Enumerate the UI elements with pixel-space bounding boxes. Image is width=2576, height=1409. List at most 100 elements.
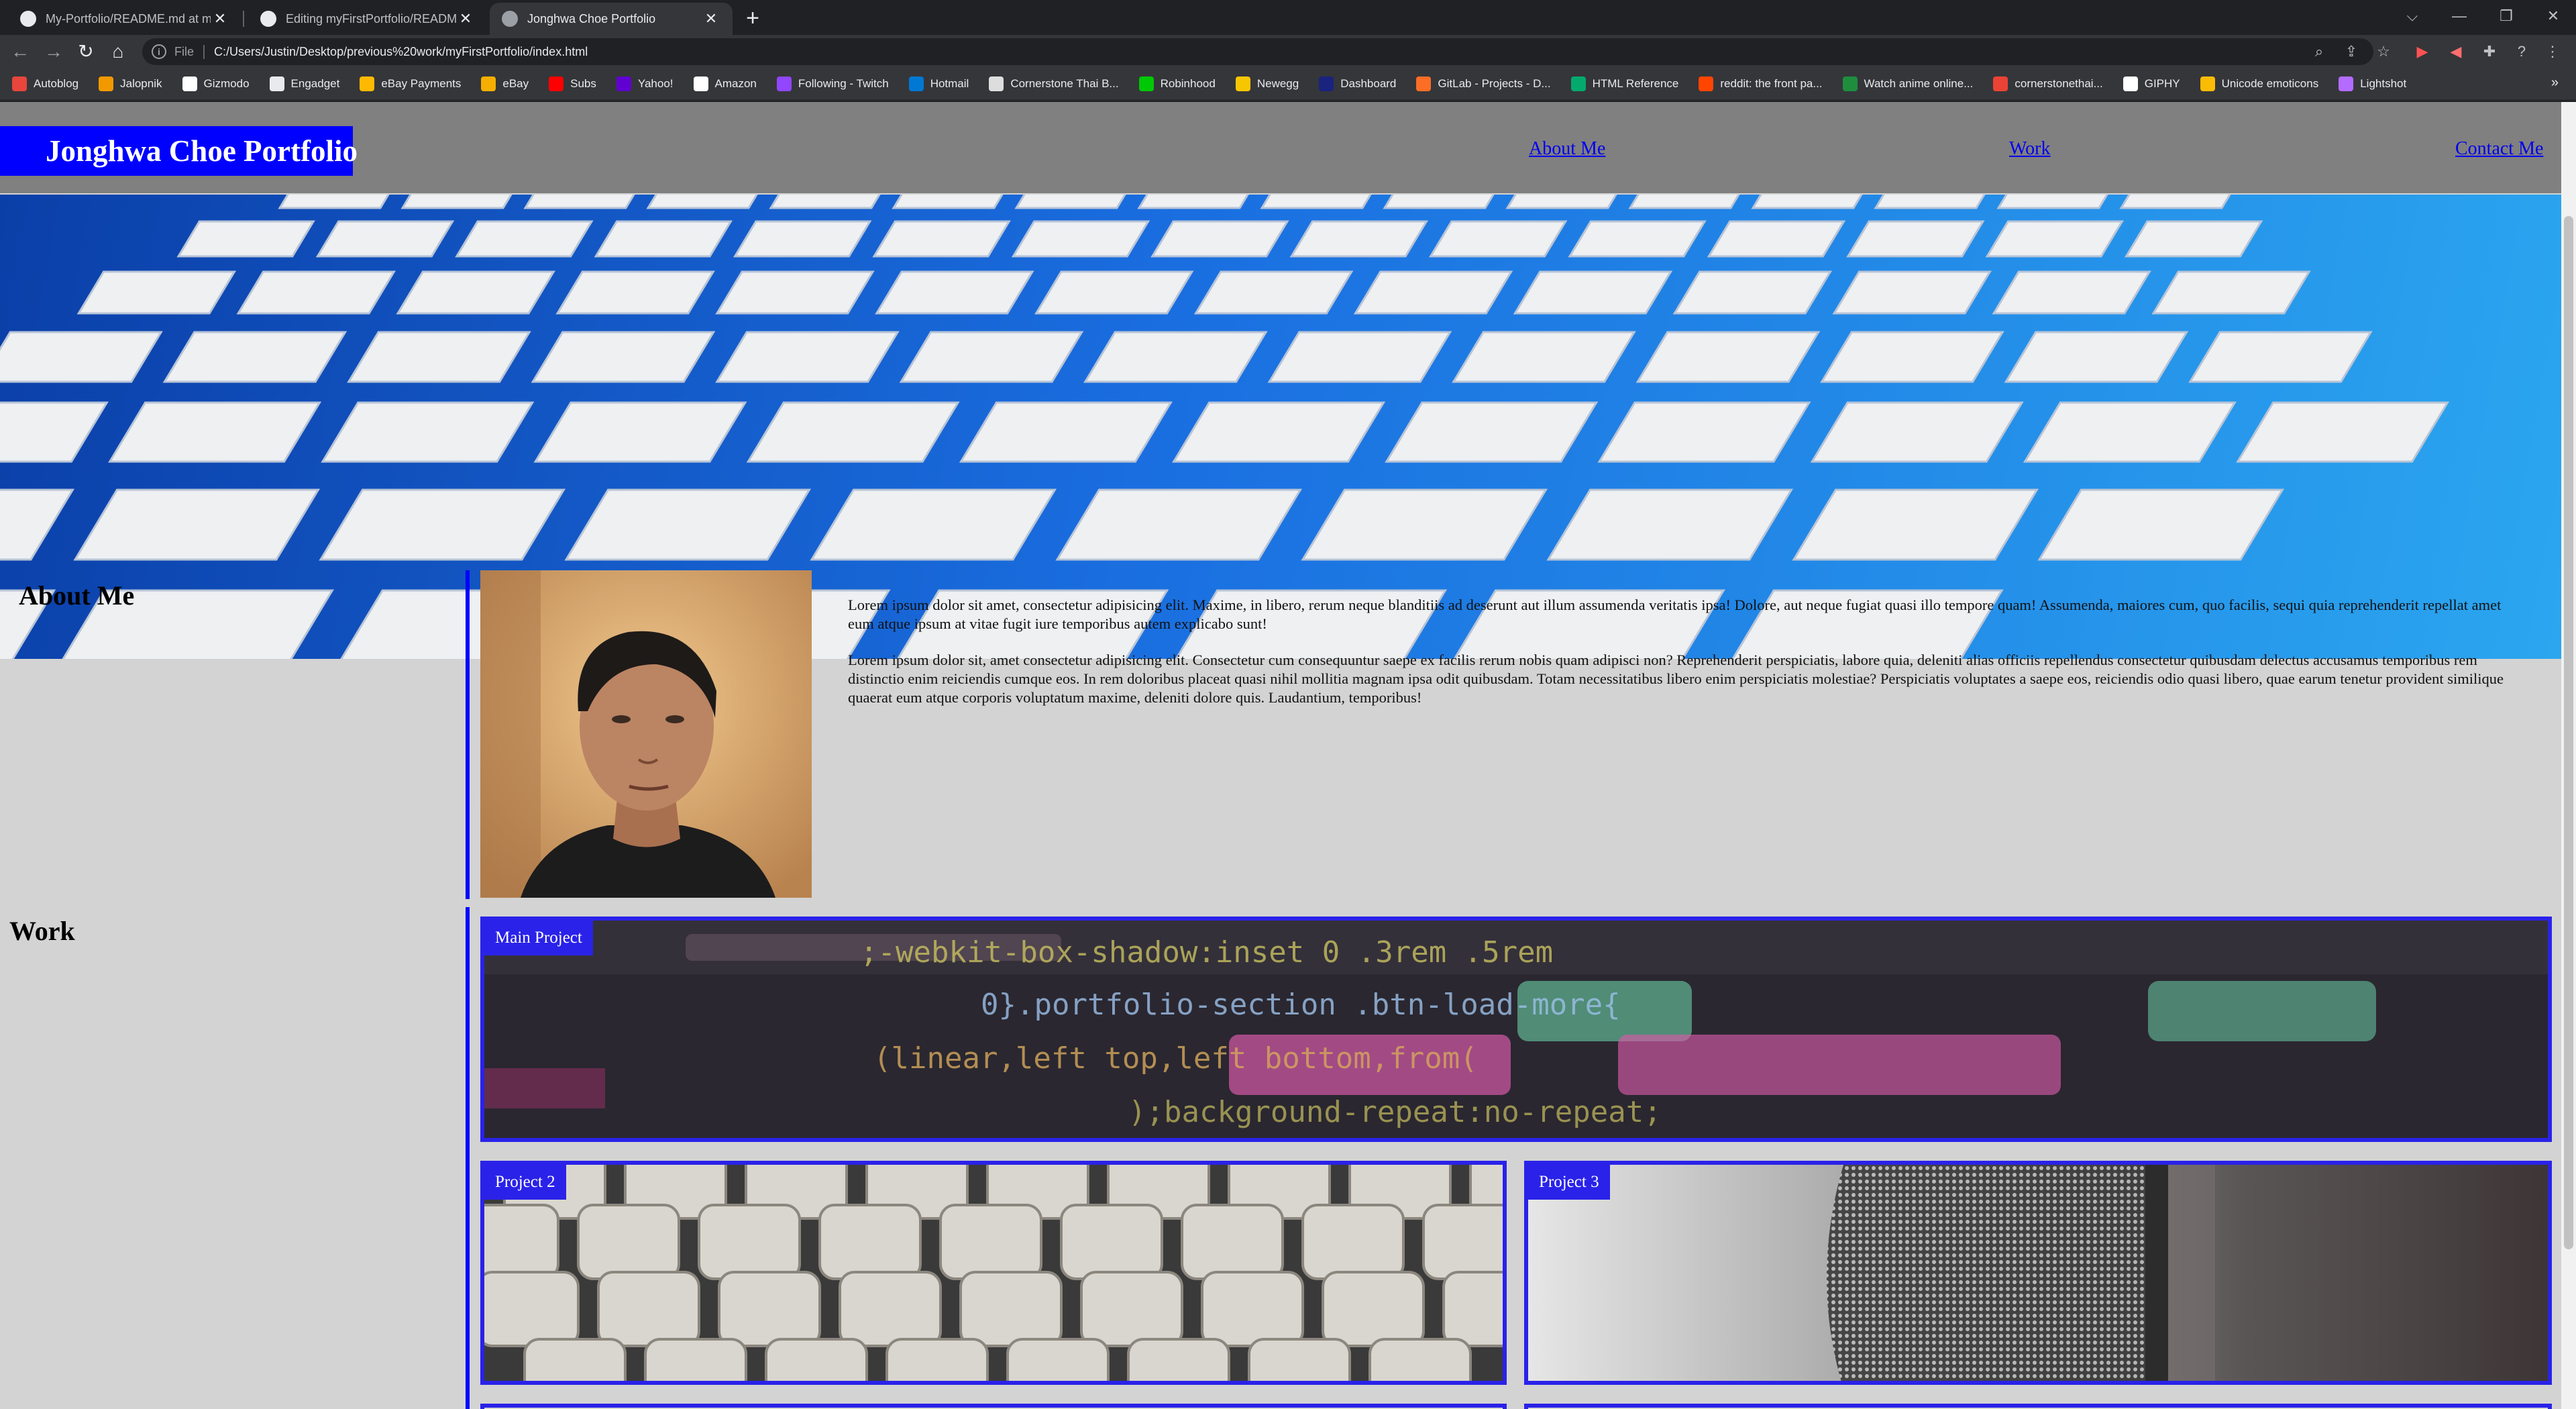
keyboard-key-shape [1034,270,1194,315]
keyboard-key-shape [1385,401,1599,463]
url-text[interactable]: C:/Users/Justin/Desktop/previous%20work/… [214,45,588,59]
nav-work-link[interactable]: Work [2009,138,2051,160]
keyboard-key-shape [1597,401,1811,463]
bookmark-item[interactable]: Subs [549,76,596,91]
share-icon[interactable]: ⇪ [2343,43,2360,60]
keyboard-key-shape [176,220,315,258]
keyboard-key-shape [1505,195,1617,209]
keyboard-key-shape [1172,401,1386,463]
extension-shield-icon[interactable]: ◀ [2447,43,2465,60]
scheme-label: File [174,44,205,59]
bookmark-item[interactable]: reddit: the front pa... [1699,76,1823,91]
keyboard-key-shape [1832,270,1992,315]
back-arrow-icon[interactable]: ← [8,40,32,64]
tab-editing-readme[interactable]: Editing myFirstPortfolio/README.md ✕ [248,3,487,35]
typewriter-key-shape [1422,1204,1503,1280]
bookmark-item[interactable]: Hotmail [908,76,969,91]
typewriter-key-shape [698,1204,801,1280]
minimize-button[interactable]: — [2439,4,2479,28]
keyboard-key-shape [76,270,237,315]
nav-about-link[interactable]: About Me [1529,138,1605,160]
tab-search-icon[interactable]: ⌵ [2392,4,2432,28]
project-card-main[interactable]: Main Project ;-webkit-box-shadow:inset 0… [480,917,2552,1142]
tab-divider [243,11,244,27]
keyboard-key-shape [810,488,1057,561]
forward-arrow-icon[interactable]: → [42,40,66,64]
scrollbar-thumb[interactable] [2564,216,2573,1249]
keyboard-key-shape [533,401,747,463]
keyboard-key-shape [347,331,531,383]
bookmark-item[interactable]: Cornerstone Thai B... [989,76,1119,91]
keyboard-key-shape [2037,488,2285,561]
keyboard-key-shape [733,220,872,258]
info-icon[interactable]: i [152,44,166,59]
bookmarks-overflow-icon[interactable]: » [2551,75,2559,91]
menu-kebab-icon[interactable]: ⋮ [2544,43,2561,60]
zoom-icon[interactable]: ⌕ [2310,43,2328,60]
keyboard-key-shape [1751,195,1863,209]
bookmark-item[interactable]: Amazon [693,76,757,91]
keyboard-key-shape [769,195,881,209]
star-icon[interactable]: ☆ [2375,43,2392,60]
keyboard-key-shape [2004,331,2189,383]
typewriter-key-shape [577,1204,680,1280]
reload-icon[interactable]: ↻ [74,40,98,64]
bookmark-item[interactable]: Robinhood [1138,76,1216,91]
bookmark-item[interactable]: eBay [481,76,529,91]
keyboard-key-shape [531,331,716,383]
page-scrollbar[interactable] [2561,102,2576,1409]
typewriter-key-shape [1442,1271,1503,1347]
close-icon[interactable]: ✕ [456,9,475,28]
project-label: Main Project [484,921,593,955]
home-icon[interactable]: ⌂ [106,40,130,64]
extensions-puzzle-icon[interactable]: ✚ [2481,43,2498,60]
bookmark-item[interactable]: eBay Payments [360,76,461,91]
bookmark-label: Watch anime online... [1864,77,1974,90]
nav-contact-link[interactable]: Contact Me [2455,138,2543,160]
bookmark-item[interactable]: Gizmodo [182,76,250,91]
restore-button[interactable]: ❐ [2486,4,2526,28]
bookmark-item[interactable]: Autoblog [12,76,78,91]
bookmark-item[interactable]: Yahoo! [616,76,674,91]
keyboard-key-shape [1513,270,1673,315]
keyboard-key-shape [872,220,1011,258]
bookmark-item[interactable]: Following - Twitch [776,76,889,91]
bookmark-item[interactable]: Dashboard [1319,76,1396,91]
project-card-3[interactable]: Project 3 [1524,1161,2552,1385]
bookmark-item[interactable]: Newegg [1235,76,1299,91]
typewriter-key-shape [597,1271,700,1347]
svg-text:;-webkit-box-shadow:inset 0 .3: ;-webkit-box-shadow:inset 0 .3rem .5rem [860,935,1553,970]
bookmark-item[interactable]: Jalopnik [99,76,162,91]
close-icon[interactable]: ✕ [702,9,720,28]
project-card-5-partial[interactable] [1524,1404,2552,1409]
keyboard-key-shape [455,220,594,258]
window-close-button[interactable]: ✕ [2533,4,2573,28]
bookmark-item[interactable]: Watch anime online... [1842,76,1974,91]
new-tab-button[interactable]: + [741,7,765,31]
typewriter-key-shape [1368,1338,1472,1381]
bookmark-favicon-icon [1138,76,1154,91]
bookmark-item[interactable]: Engadget [269,76,339,91]
bookmark-item[interactable]: Unicode emoticons [2200,76,2318,91]
browser-toolbar: ← → ↻ ⌂ i File C:/Users/Justin/Desktop/p… [0,35,2576,68]
tab-readme[interactable]: My-Portfolio/README.md at main ✕ [8,3,241,35]
bookmark-item[interactable]: GitLab - Projects - D... [1416,76,1551,91]
help-icon[interactable]: ? [2513,43,2530,60]
address-bar[interactable]: i File C:/Users/Justin/Desktop/previous%… [142,38,2373,65]
extension-red-icon[interactable]: ▶ [2414,43,2431,60]
keyboard-key-shape [315,220,455,258]
bookmark-item[interactable]: GIPHY [2123,76,2180,91]
bookmark-favicon-icon [12,76,27,91]
project-card-4-partial[interactable] [480,1404,1507,1409]
project-card-2[interactable]: Project 2 [480,1161,1507,1385]
bookmark-favicon-icon [99,76,114,91]
keyboard-key-shape [594,220,733,258]
close-icon[interactable]: ✕ [211,9,229,28]
bookmark-item[interactable]: Lightshot [2339,76,2406,91]
keyboard-key-shape [1267,331,1452,383]
bookmark-label: Lightshot [2360,77,2407,90]
keyboard-key-shape [1707,220,1846,258]
tab-portfolio[interactable]: Jonghwa Choe Portfolio ✕ [490,3,733,35]
bookmark-item[interactable]: cornerstonethai... [1993,76,2103,91]
bookmark-item[interactable]: HTML Reference [1570,76,1678,91]
